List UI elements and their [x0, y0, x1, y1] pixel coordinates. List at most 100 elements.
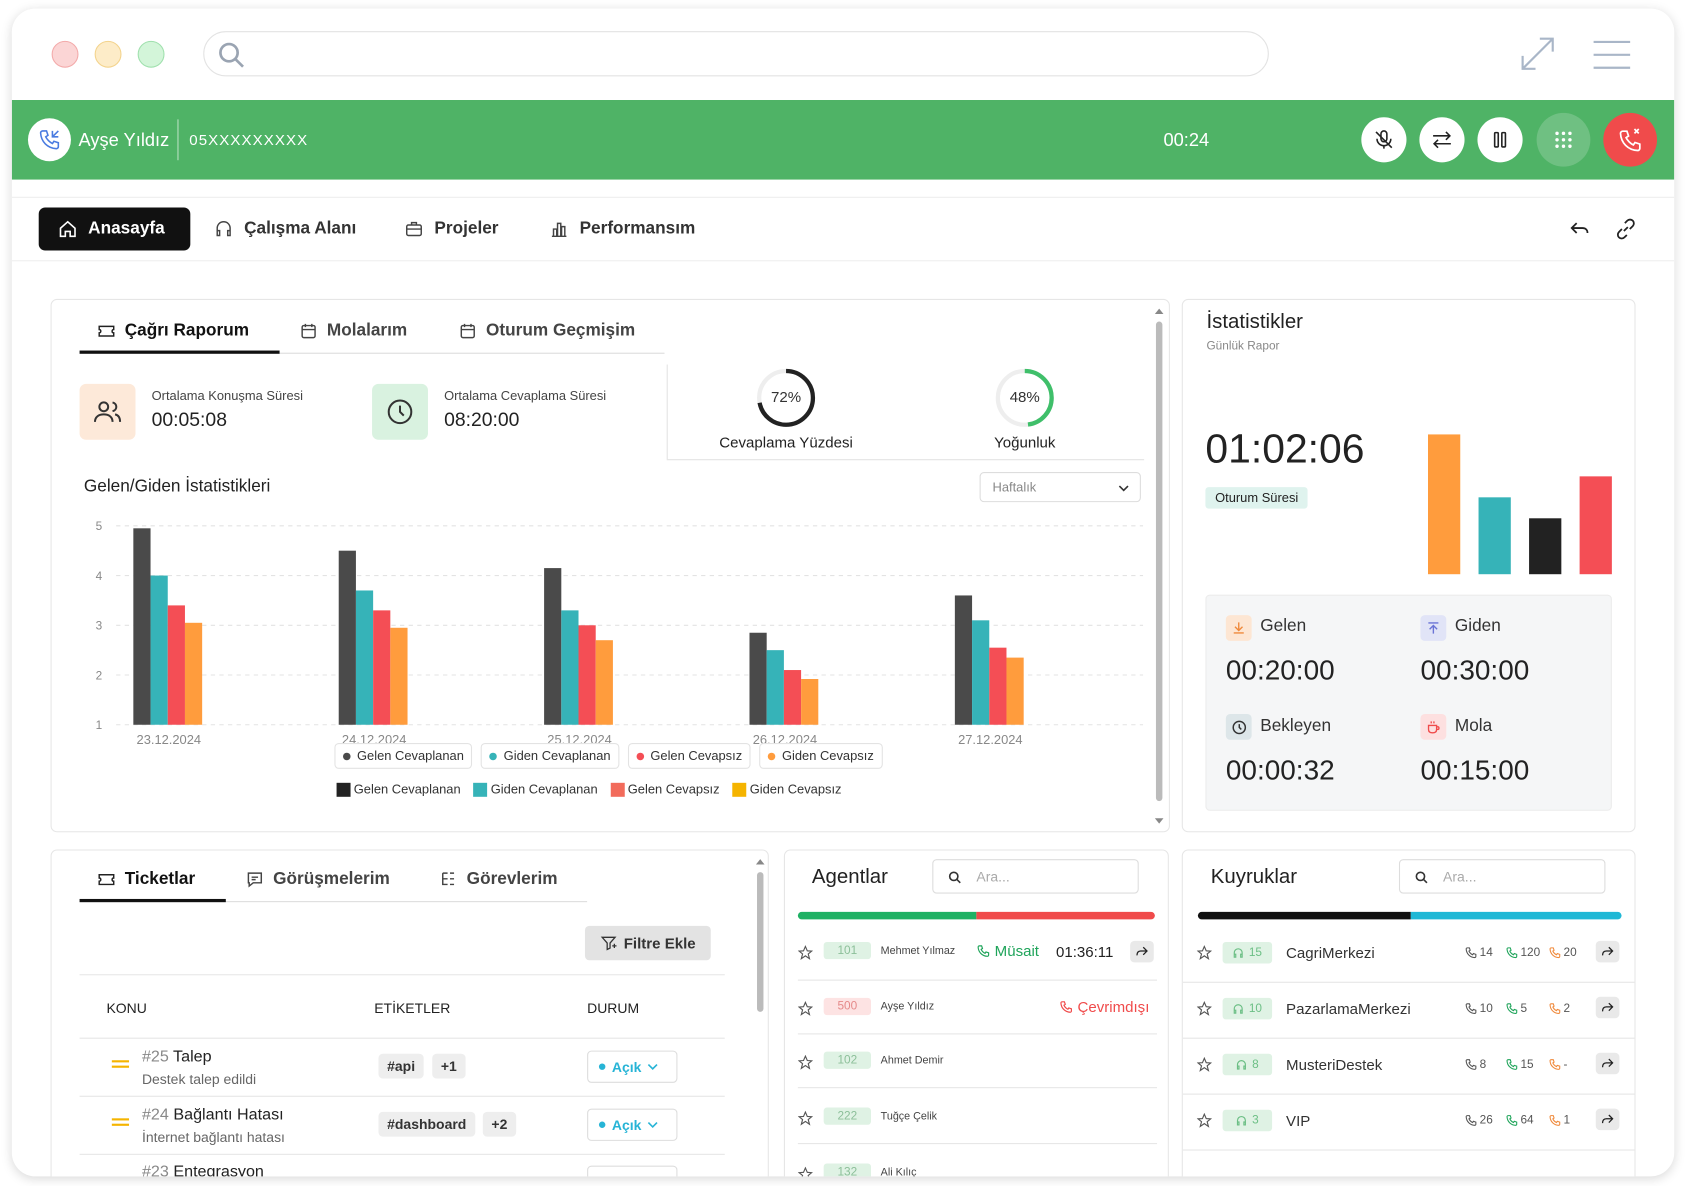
hold-button[interactable]	[1477, 117, 1523, 163]
forward-icon	[1601, 1114, 1614, 1124]
chevron-down-icon	[1118, 485, 1129, 492]
scrollbar-thumb[interactable]	[757, 872, 764, 1012]
status-select[interactable]: Açık	[587, 1108, 678, 1141]
home-icon	[59, 220, 76, 238]
agent-row[interactable]: 102 Ahmet Demir	[785, 1038, 1168, 1092]
star-icon[interactable]	[1196, 1001, 1212, 1016]
hangup-button[interactable]	[1603, 112, 1658, 167]
ticket-tag[interactable]: #api	[378, 1053, 424, 1079]
ticket-tag[interactable]: #dashboard	[378, 1111, 475, 1137]
queue-count-value: 8	[1252, 1058, 1259, 1071]
queues-search-input[interactable]: Ara...	[1398, 859, 1606, 894]
maximize-window-dot[interactable]	[137, 40, 165, 68]
transfer-button[interactable]	[1419, 117, 1465, 163]
expand-icon[interactable]	[1519, 35, 1556, 72]
agents-search-input[interactable]: Ara...	[932, 859, 1139, 894]
star-icon[interactable]	[1196, 1057, 1212, 1072]
star-icon[interactable]	[1196, 1112, 1212, 1128]
scrollbar[interactable]	[1154, 304, 1165, 829]
legend-label: Giden Cevapsız	[749, 781, 842, 797]
ticket-id: #24	[141, 1105, 169, 1124]
legend-item[interactable]: Giden Cevaplanan	[481, 743, 620, 769]
keypad-button[interactable]	[1536, 112, 1591, 167]
y-tick-label: 4	[96, 569, 103, 583]
queue-waiting-count: 15	[1222, 941, 1273, 964]
bar-0-4	[954, 595, 973, 725]
star-icon[interactable]	[797, 945, 813, 961]
agent-extension: 102	[823, 1051, 871, 1069]
star-icon[interactable]	[1196, 945, 1212, 961]
status-select[interactable]	[587, 1165, 678, 1177]
queue-row[interactable]: 3 VIP 26 64 1	[1182, 1096, 1635, 1152]
scrollbar-thumb[interactable]	[1155, 321, 1163, 802]
undo-icon[interactable]	[1568, 217, 1592, 241]
forward-call-button[interactable]	[1130, 940, 1154, 963]
table-row[interactable]: #24 Bağlantı Hatası İnternet bağlantı ha…	[80, 1097, 725, 1154]
ticket-tag-more[interactable]: +2	[482, 1111, 516, 1137]
minimize-window-dot[interactable]	[94, 40, 122, 68]
chevron-down-icon	[648, 1063, 659, 1070]
add-filter-button[interactable]: Filtre Ekle	[584, 925, 711, 961]
queue-stat: 20	[1548, 946, 1577, 959]
forward-queue-button[interactable]	[1595, 1108, 1620, 1131]
legend-item[interactable]: Gelen Cevapsız	[627, 743, 751, 769]
scroll-up-icon[interactable]	[755, 857, 766, 866]
forward-queue-button[interactable]	[1595, 996, 1620, 1019]
legend-item[interactable]: Gelen Cevaplanan	[334, 743, 473, 769]
agent-row[interactable]: 132 Ali Kılıç	[785, 1149, 1168, 1177]
tab-call-report[interactable]: Çağrı Raporum	[97, 322, 249, 341]
queue-row[interactable]: 15 CagriMerkezi 14 120 20	[1182, 928, 1635, 984]
agent-offline-bar	[976, 911, 1155, 920]
nav-item-home[interactable]: Anasayfa	[38, 207, 191, 251]
legend-label: Gelen Cevaplanan	[356, 748, 464, 764]
mute-button[interactable]	[1361, 117, 1407, 163]
report-tabs: Çağrı Raporum Molalarım Oturum Geçmişim	[79, 319, 665, 354]
legend-item[interactable]: Giden Cevapsız	[759, 743, 883, 769]
scroll-up-icon[interactable]	[1154, 306, 1165, 315]
outgoing-icon-box	[1420, 615, 1447, 641]
legend-swatch	[610, 782, 625, 797]
agent-extension: 222	[823, 1107, 871, 1125]
nav-item-performance[interactable]: Performansım	[549, 208, 695, 251]
ticket-tag-more[interactable]: +1	[432, 1053, 466, 1079]
session-bar-1	[1478, 497, 1511, 575]
stats-summary-box: Gelen 00:20:00 Giden 00:30:00 Bekleyen 0…	[1205, 594, 1612, 811]
period-select[interactable]: Haftalık	[979, 472, 1141, 503]
table-row[interactable]: #23 Entegrasyon	[142, 1162, 264, 1176]
status-select[interactable]: Açık	[587, 1050, 678, 1083]
agent-row[interactable]: 500 Ayşe Yıldız Çevrimdışı	[785, 984, 1168, 1038]
queue-row[interactable]: 10 PazarlamaMerkezi 10 5 2	[1182, 984, 1635, 1040]
search-placeholder: Ara...	[976, 868, 1010, 885]
scroll-down-icon[interactable]	[1154, 817, 1165, 826]
agent-status-label: Çevrimdışı	[1077, 997, 1150, 1016]
phone-missed-icon	[1549, 947, 1561, 959]
queue-stat-value: 15	[1520, 1058, 1534, 1071]
forward-queue-button[interactable]	[1595, 1052, 1620, 1075]
forward-queue-button[interactable]	[1595, 940, 1620, 963]
star-icon[interactable]	[797, 1001, 813, 1016]
star-icon[interactable]	[797, 1166, 813, 1177]
tab-conversations[interactable]: Görüşmelerim	[245, 870, 390, 889]
tab-tasks[interactable]: Görevlerim	[439, 870, 558, 889]
agent-row[interactable]: 222 Tuğçe Çelik	[785, 1094, 1168, 1148]
tab-tickets[interactable]: Ticketlar	[97, 870, 195, 889]
table-row[interactable]: #25 Talep Destek talep edildi #api +1 Aç…	[80, 1039, 725, 1096]
phone-missed-icon	[1549, 1115, 1561, 1126]
link-icon[interactable]	[1614, 217, 1638, 241]
star-icon[interactable]	[797, 1110, 813, 1126]
agent-name: Mehmet Yılmaz	[880, 945, 956, 958]
tab-breaks[interactable]: Molalarım	[299, 322, 407, 341]
close-window-dot[interactable]	[51, 40, 79, 68]
nav-item-workspace[interactable]: Çalışma Alanı	[214, 208, 356, 251]
divider	[177, 119, 179, 161]
queue-row[interactable]: 8 MusteriDestek 8 15 -	[1182, 1040, 1635, 1096]
tab-session-history[interactable]: Oturum Geçmişim	[458, 322, 635, 341]
top-search-bar[interactable]	[203, 31, 1269, 77]
nav-item-projects[interactable]: Projeler	[404, 208, 499, 251]
scrollbar[interactable]	[755, 855, 766, 1177]
star-icon[interactable]	[797, 1054, 813, 1070]
agent-row[interactable]: 101 Mehmet Yılmaz Müsait 01:36:11	[785, 928, 1168, 982]
menu-icon[interactable]	[1591, 39, 1632, 71]
queue-stat-value: 26	[1479, 1114, 1493, 1127]
active-tab-underline	[79, 350, 280, 354]
